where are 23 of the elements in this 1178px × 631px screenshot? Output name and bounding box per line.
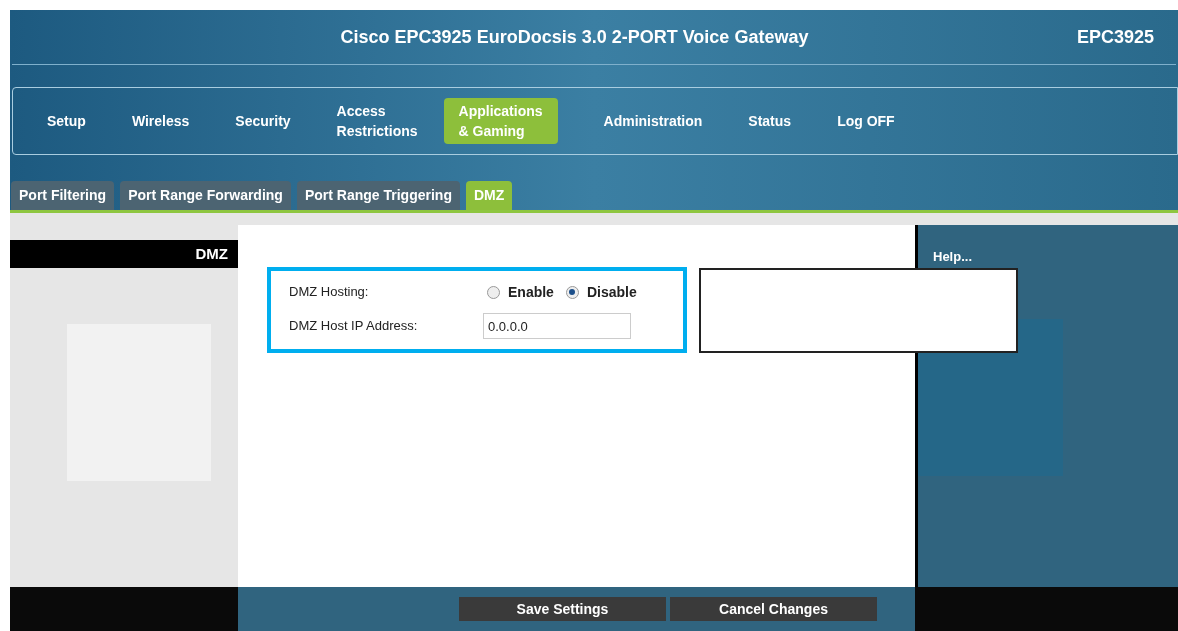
ip-address-field[interactable]: 0.0.0.0 <box>483 313 631 339</box>
nav-tab[interactable]: Access Restrictions <box>316 98 438 144</box>
radio-option[interactable]: Disable <box>565 281 637 303</box>
radio-button[interactable] <box>487 285 500 299</box>
header-title: Cisco EPC3925 EuroDocsis 3.0 2-PORT Voice Gateway <box>339 25 809 49</box>
nav-tab[interactable]: Security <box>215 108 311 134</box>
model-name: EPC3925 <box>1077 25 1155 49</box>
sub-tab[interactable]: Port Range Forwarding <box>120 181 291 210</box>
nav-tab[interactable]: Status <box>728 108 812 134</box>
section-title: DMZ <box>195 243 228 264</box>
nav-tab[interactable]: Administration <box>583 108 723 134</box>
radio-option[interactable]: Enable <box>487 281 554 303</box>
radio-button[interactable] <box>565 285 579 299</box>
field-label: DMZ Hosting: <box>289 283 370 302</box>
nav-tab[interactable]: Wireless <box>111 108 210 134</box>
nav-tab[interactable]: Setup <box>27 108 106 134</box>
sub-tab[interactable]: Port Filtering <box>11 181 115 210</box>
sub-tab[interactable]: Port Range Triggering <box>296 181 460 210</box>
nav-tab[interactable]: Log OFF <box>817 108 915 134</box>
action-button[interactable]: Save Settings <box>459 597 666 621</box>
field-label: DMZ Host IP Address: <box>289 317 419 336</box>
action-button[interactable]: Cancel Changes <box>670 597 877 621</box>
help-link[interactable]: Help... <box>933 247 1178 267</box>
